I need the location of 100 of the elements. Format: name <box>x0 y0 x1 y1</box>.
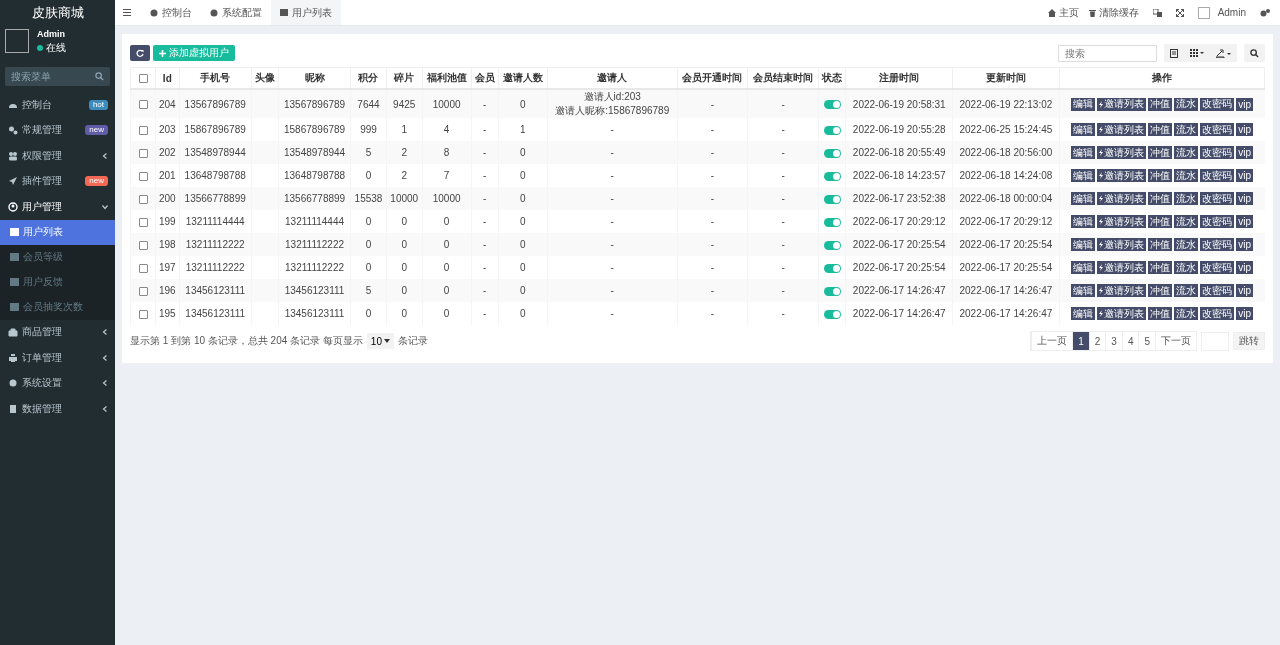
search-button[interactable] <box>1244 44 1265 62</box>
row-action-button[interactable]: 冲值 <box>1148 238 1173 251</box>
row-action-button[interactable]: vip <box>1236 238 1253 251</box>
row-action-button[interactable]: 编辑 <box>1071 307 1096 320</box>
nav-item[interactable]: 订单管理 <box>0 345 115 371</box>
row-action-button[interactable]: 流水 <box>1174 169 1199 182</box>
home-link[interactable]: 主页 <box>1047 5 1079 20</box>
row-action-button[interactable]: 流水 <box>1174 97 1199 111</box>
row-action-button[interactable]: 编辑 <box>1071 97 1096 111</box>
search-field[interactable]: 搜索 <box>1058 44 1157 62</box>
row-action-button[interactable]: 流水 <box>1174 261 1199 274</box>
row-action-button[interactable]: 流水 <box>1174 192 1199 205</box>
row-checkbox[interactable] <box>138 240 148 250</box>
status-toggle[interactable] <box>823 194 841 204</box>
row-action-button[interactable]: 编辑 <box>1071 261 1096 274</box>
status-toggle[interactable] <box>823 125 841 135</box>
nav-subitem[interactable]: 会员抽奖次数 <box>0 294 115 320</box>
nav-item[interactable]: 用户管理 <box>0 194 115 220</box>
row-action-button[interactable]: 流水 <box>1174 146 1199 159</box>
gears-icon[interactable] <box>1260 8 1270 17</box>
row-action-button[interactable]: 编辑 <box>1071 192 1096 205</box>
row-action-button[interactable]: 邀请列表 <box>1097 215 1147 228</box>
nav-subitem[interactable]: 用户反馈 <box>0 269 115 295</box>
row-checkbox[interactable] <box>138 171 148 181</box>
row-action-button[interactable]: 流水 <box>1174 307 1199 320</box>
row-action-button[interactable]: vip <box>1236 284 1253 297</box>
row-action-button[interactable]: 冲值 <box>1148 146 1173 159</box>
row-action-button[interactable]: vip <box>1236 97 1253 111</box>
status-toggle[interactable] <box>823 263 841 273</box>
row-action-button[interactable]: 邀请列表 <box>1097 146 1147 159</box>
nav-item[interactable]: 商品管理 <box>0 319 115 345</box>
row-checkbox[interactable] <box>138 286 148 296</box>
row-action-button[interactable]: vip <box>1236 169 1253 182</box>
row-checkbox[interactable] <box>138 263 148 273</box>
row-action-button[interactable]: 改密码 <box>1200 261 1235 274</box>
row-action-button[interactable]: 冲值 <box>1148 192 1173 205</box>
row-action-button[interactable]: vip <box>1236 123 1253 136</box>
row-action-button[interactable]: 冲值 <box>1148 123 1173 136</box>
row-action-button[interactable]: 改密码 <box>1200 146 1235 159</box>
nav-item[interactable]: 常规管理 new <box>0 117 115 143</box>
nav-item[interactable]: 数据管理 <box>0 396 115 422</box>
clear-cache-link[interactable]: 清除缓存 <box>1088 5 1139 20</box>
nav-subitem[interactable]: 用户列表 <box>0 219 115 245</box>
header-tab[interactable]: 控制台 <box>141 0 201 25</box>
row-action-button[interactable]: 冲值 <box>1148 169 1173 182</box>
status-toggle[interactable] <box>823 100 841 110</box>
row-action-button[interactable]: 冲值 <box>1148 261 1173 274</box>
status-toggle[interactable] <box>823 148 841 158</box>
row-action-button[interactable]: vip <box>1236 192 1253 205</box>
row-action-button[interactable]: 改密码 <box>1200 284 1235 297</box>
status-toggle[interactable] <box>823 217 841 227</box>
nav-item[interactable]: 系统设置 <box>0 370 115 396</box>
row-action-button[interactable]: 编辑 <box>1071 169 1096 182</box>
row-action-button[interactable]: vip <box>1236 307 1253 320</box>
menu-icon[interactable] <box>123 9 131 16</box>
nav-item[interactable]: 控制台 hot <box>0 92 115 118</box>
row-action-button[interactable]: 改密码 <box>1200 169 1235 182</box>
menu-search-field[interactable]: 搜索菜单 <box>5 67 110 86</box>
row-action-button[interactable]: 邀请列表 <box>1097 169 1147 182</box>
status-toggle[interactable] <box>823 309 841 319</box>
row-action-button[interactable]: 邀请列表 <box>1097 97 1147 111</box>
nav-item[interactable]: 权限管理 <box>0 143 115 169</box>
row-checkbox[interactable] <box>138 100 148 110</box>
row-action-button[interactable]: 邀请列表 <box>1097 192 1147 205</box>
row-action-button[interactable]: 冲值 <box>1148 97 1173 111</box>
row-action-button[interactable]: 编辑 <box>1071 284 1096 297</box>
row-action-button[interactable]: 改密码 <box>1200 307 1235 320</box>
nav-subitem[interactable]: 会员等级 <box>0 244 115 270</box>
row-action-button[interactable]: 流水 <box>1174 284 1199 297</box>
row-checkbox[interactable] <box>138 194 148 204</box>
avatar-placeholder[interactable] <box>1197 6 1210 19</box>
header-tab[interactable]: 用户列表 <box>271 0 341 25</box>
row-action-button[interactable]: 流水 <box>1174 123 1199 136</box>
row-action-button[interactable]: 邀请列表 <box>1097 261 1147 274</box>
nav-item[interactable]: 插件管理 new <box>0 168 115 194</box>
row-action-button[interactable]: 邀请列表 <box>1097 284 1147 297</box>
status-toggle[interactable] <box>823 240 841 250</box>
status-toggle[interactable] <box>823 171 841 181</box>
refresh-button[interactable] <box>130 45 150 61</box>
row-action-button[interactable]: 邀请列表 <box>1097 123 1147 136</box>
row-checkbox[interactable] <box>138 148 148 158</box>
row-action-button[interactable]: 冲值 <box>1148 307 1173 320</box>
row-action-button[interactable]: 编辑 <box>1071 215 1096 228</box>
jump-button[interactable]: 跳转 <box>1233 332 1265 350</box>
row-action-button[interactable]: 改密码 <box>1200 215 1235 228</box>
row-action-button[interactable]: 流水 <box>1174 238 1199 251</box>
row-action-button[interactable]: 编辑 <box>1071 123 1096 136</box>
row-action-button[interactable]: 冲值 <box>1148 215 1173 228</box>
status-toggle[interactable] <box>823 286 841 296</box>
user-name[interactable]: Admin <box>1217 7 1246 18</box>
row-action-button[interactable]: 编辑 <box>1071 146 1096 159</box>
row-action-button[interactable]: vip <box>1236 146 1253 159</box>
row-action-button[interactable]: 改密码 <box>1200 97 1235 111</box>
fullscreen-icon[interactable] <box>1175 8 1184 17</box>
row-action-button[interactable]: 邀请列表 <box>1097 307 1147 320</box>
row-checkbox[interactable] <box>138 309 148 319</box>
row-action-button[interactable]: 改密码 <box>1200 123 1235 136</box>
row-action-button[interactable]: 冲值 <box>1148 284 1173 297</box>
row-checkbox[interactable] <box>138 217 148 227</box>
row-action-button[interactable]: vip <box>1236 215 1253 228</box>
